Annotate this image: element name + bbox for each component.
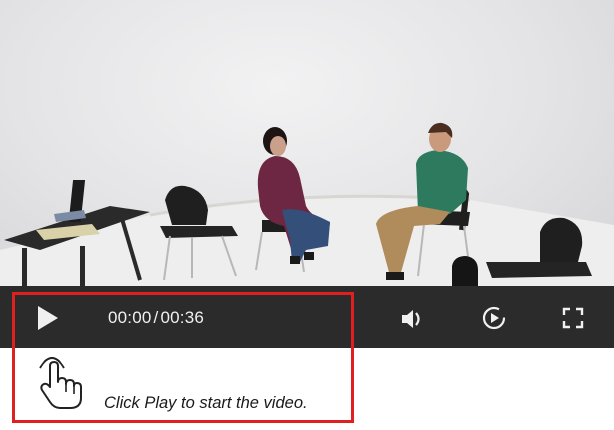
time-display: 00:00/00:36: [108, 308, 204, 328]
current-time: 00:00: [108, 308, 152, 327]
fullscreen-button[interactable]: [558, 304, 588, 332]
fullscreen-icon: [562, 307, 584, 329]
duration: 00:36: [160, 308, 205, 327]
time-separator: /: [153, 308, 159, 327]
hand-pointer-icon: [39, 357, 82, 409]
video-control-bar: 00:00/00:36: [0, 286, 614, 348]
hand-pointer: [38, 352, 84, 414]
play-instruction-text: Click Play to start the video.: [104, 394, 308, 412]
volume-button[interactable]: [398, 306, 428, 332]
play-icon: [38, 306, 58, 330]
volume-icon: [402, 310, 420, 328]
play-button[interactable]: [30, 303, 66, 333]
playback-speed-button[interactable]: [478, 303, 510, 333]
video-frame[interactable]: [0, 0, 614, 286]
playback-speed-icon: [482, 306, 506, 330]
video-scene: [0, 122, 614, 286]
